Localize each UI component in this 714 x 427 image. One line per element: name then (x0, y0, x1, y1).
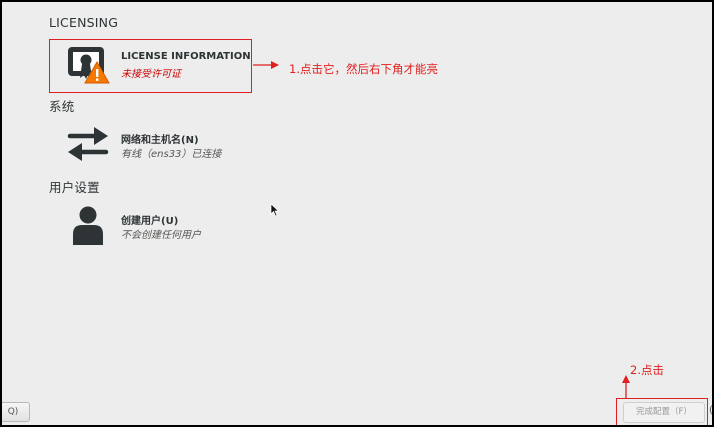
annotation-arrow-right (253, 61, 279, 69)
initial-setup-window: LICENSING LICENSE INFORMATION 未接受许可证 1.点… (2, 2, 712, 425)
annotation-highlight-license (49, 39, 252, 93)
annotation-step2: 2.点击 (630, 363, 664, 377)
section-title-user-settings: 用户设置 (49, 180, 100, 195)
spoke-network-status: 有线（ens33）已连接 (121, 149, 222, 160)
spoke-network-title: 网络和主机名(N) (121, 135, 199, 146)
partial-right-button[interactable]: ( (709, 405, 712, 416)
spoke-user-status: 不会创建任何用户 (121, 230, 201, 241)
annotation-highlight-finish (616, 398, 708, 425)
spoke-user-title: 创建用户(U) (121, 216, 179, 227)
network-arrows-icon (67, 127, 109, 161)
spoke-network-hostname[interactable]: 网络和主机名(N) 有线（ens33）已连接 (64, 122, 254, 166)
section-title-system: 系统 (49, 99, 75, 114)
partial-left-button[interactable]: Q) (2, 402, 30, 422)
section-title-licensing: LICENSING (49, 15, 119, 30)
user-icon (73, 206, 103, 245)
annotation-step1: 1.点击它，然后右下角才能亮 (289, 62, 438, 76)
spoke-create-user[interactable]: 创建用户(U) 不会创建任何用户 (64, 203, 254, 247)
mouse-pointer-icon (270, 203, 280, 217)
annotation-arrow-up (622, 375, 630, 399)
